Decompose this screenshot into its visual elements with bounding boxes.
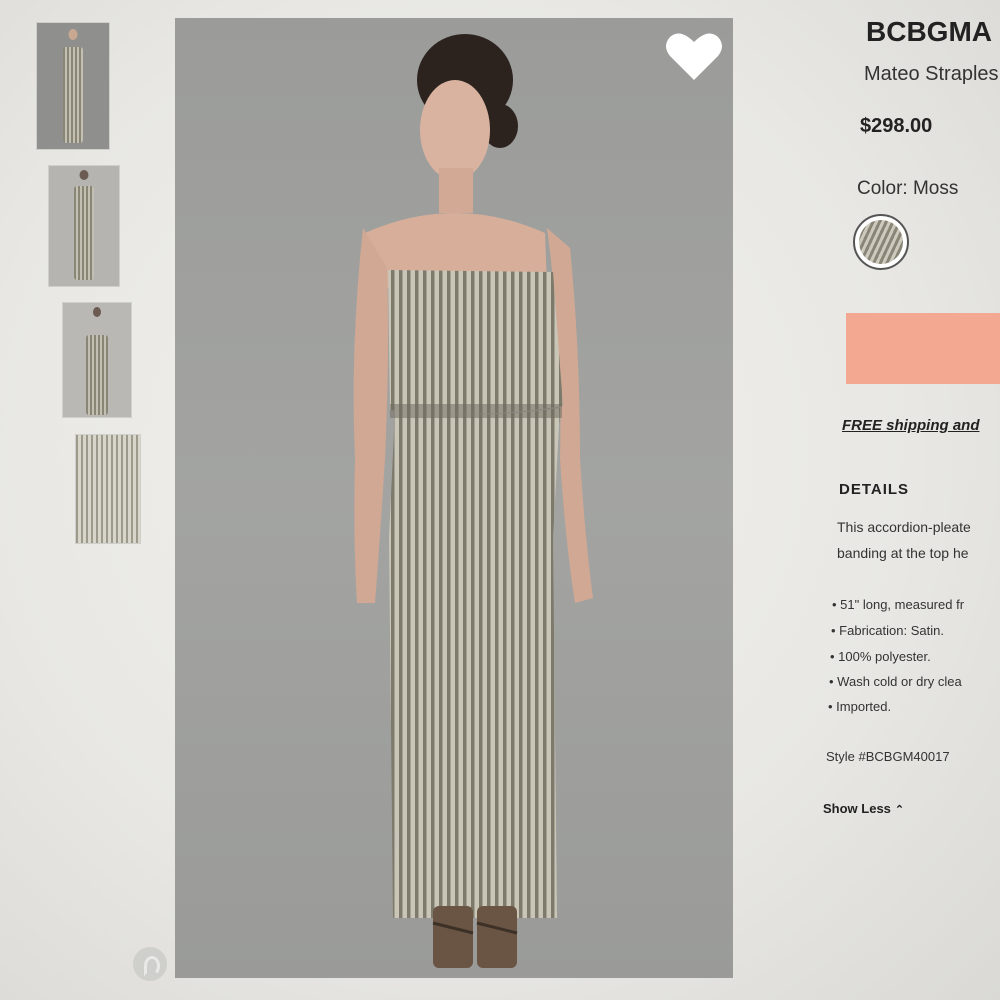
bullet-item: • 51" long, measured fr — [832, 597, 965, 612]
thumbnail-2[interactable] — [48, 165, 120, 287]
color-label: Color: Moss — [857, 178, 959, 199]
details-heading: DETAILS — [839, 481, 910, 498]
add-to-bag-button[interactable] — [846, 313, 1000, 384]
model-figure — [353, 34, 593, 968]
style-number: Style #BCBGM40017 — [826, 749, 950, 764]
moss-stripe-swatch-icon — [859, 220, 903, 264]
show-less-button[interactable]: Show Less ⌃ — [823, 801, 904, 816]
pinterest-icon[interactable] — [133, 947, 167, 981]
bullet-text: Fabrication: Satin. — [839, 623, 944, 638]
bullet-text: Wash cold or dry clea — [837, 674, 962, 689]
bullet-text: 100% polyester. — [838, 649, 931, 664]
brand-name: BCBGMA — [866, 16, 992, 47]
main-product-image[interactable] — [175, 18, 733, 978]
thumbnail-1[interactable] — [36, 22, 110, 150]
bullet-item: • Fabrication: Satin. — [831, 623, 944, 638]
bullet-text: Imported. — [836, 699, 892, 714]
heart-icon — [666, 33, 722, 80]
description-line: banding at the top he — [837, 545, 969, 561]
thumbnail-3[interactable] — [62, 302, 132, 418]
favorite-heart-icon[interactable] — [664, 28, 724, 84]
bullet-item: • Imported. — [828, 699, 892, 714]
bullet-item: • 100% polyester. — [830, 649, 931, 664]
show-less-label: Show Less — [823, 801, 891, 816]
product-price: $298.00 — [860, 115, 933, 137]
color-swatch-moss[interactable] — [853, 214, 909, 270]
bullet-text: 51" long, measured fr — [840, 597, 965, 612]
description-line: This accordion-pleate — [837, 519, 971, 535]
bullet-item: • Wash cold or dry clea — [829, 674, 962, 689]
thumbnail-4[interactable] — [75, 434, 141, 544]
product-name: Mateo Straples — [864, 63, 999, 85]
chevron-up-icon: ⌃ — [894, 804, 905, 816]
free-shipping-link[interactable]: FREE shipping and — [842, 417, 980, 434]
